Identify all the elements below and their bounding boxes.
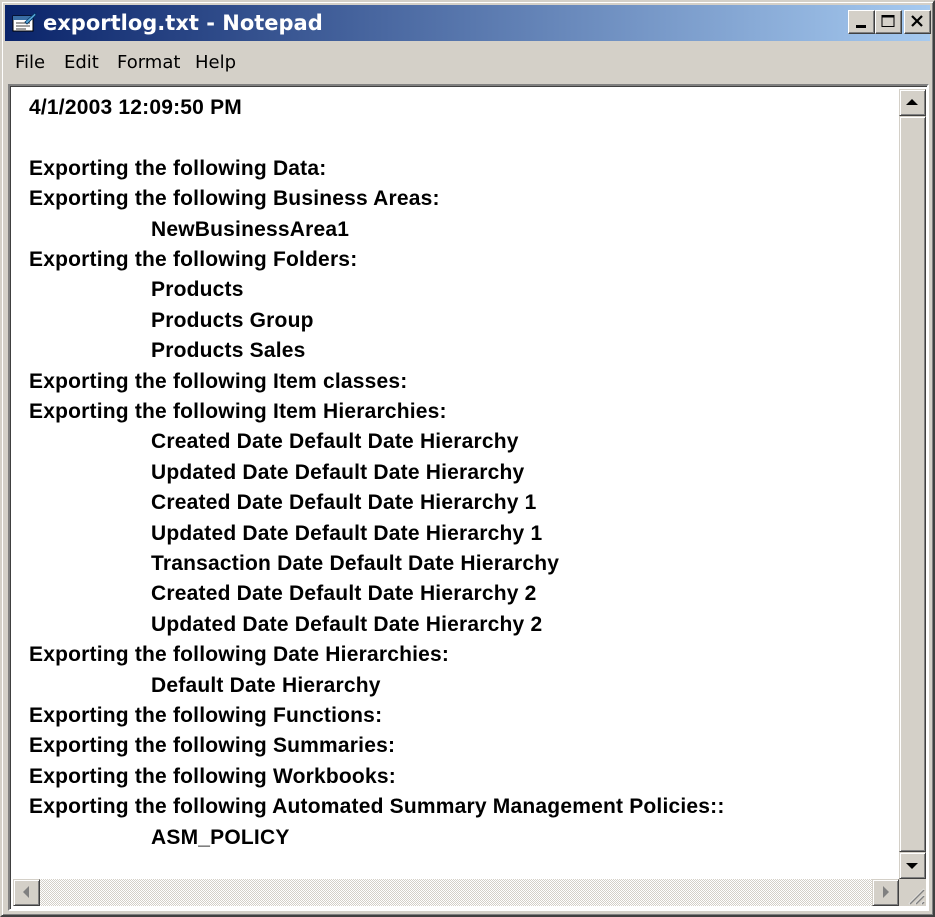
menu-file[interactable]: File [15, 52, 45, 74]
text-line: NewBusinessArea1 [151, 217, 350, 241]
text-line: Transaction Date Default Date Hierarchy [151, 552, 560, 575]
text-line: Exporting the following Functions: [29, 704, 383, 727]
close-button[interactable] [904, 10, 931, 34]
minimize-icon [856, 25, 866, 28]
text-line: Exporting the following Automated Summar… [29, 795, 725, 819]
text-line: Products Sales [151, 339, 306, 363]
text-line: Updated Date Default Date Hierarchy 2 [151, 612, 543, 636]
text-editor[interactable]: 4/1/2003 12:09:50 PM Exporting the follow… [13, 89, 899, 879]
text-line: Default Date Hierarchy [151, 673, 381, 697]
maximize-button[interactable] [875, 10, 902, 34]
vertical-scrollbar[interactable] [899, 89, 926, 879]
editor-frame: 4/1/2003 12:09:50 PM Exporting the follow… [8, 84, 929, 911]
arrow-down-icon [906, 863, 918, 869]
window-title: exportlog.txt - Notepad [43, 11, 323, 35]
resize-grip[interactable] [899, 879, 926, 906]
scroll-right-button[interactable] [872, 879, 899, 906]
notepad-icon[interactable] [11, 12, 37, 34]
vertical-scroll-thumb[interactable] [899, 116, 926, 852]
resize-grip-icon [908, 888, 925, 905]
title-bar[interactable]: exportlog.txt - Notepad [5, 5, 931, 41]
text-line: Exporting the following Business Areas: [29, 187, 440, 211]
text-line: Exporting the following Workbooks: [29, 764, 396, 788]
text-line: Created Date Default Date Hierarchy 1 [151, 491, 537, 515]
notepad-window: exportlog.txt - Notepad File Edit Format… [0, 0, 935, 917]
text-line: Products [151, 278, 244, 302]
menu-format[interactable]: Format [117, 52, 180, 74]
text-line: Products Group [151, 308, 314, 332]
scroll-left-button[interactable] [13, 879, 40, 906]
menu-help[interactable]: Help [195, 52, 236, 74]
text-line: ASM_POLICY [151, 825, 290, 849]
text-line: Updated Date Default Date Hierarchy 1 [151, 521, 543, 545]
arrow-left-icon [23, 886, 29, 898]
text-line: Exporting the following Item Hierarchies… [29, 400, 447, 423]
scroll-down-button[interactable] [899, 852, 926, 879]
arrow-right-icon [883, 886, 889, 898]
scroll-up-button[interactable] [899, 89, 926, 116]
text-line: Exporting the following Folders: [29, 248, 358, 271]
horizontal-scroll-track[interactable] [40, 879, 872, 906]
maximize-icon [881, 15, 895, 27]
text-line: Exporting the following Data: [29, 156, 327, 180]
menu-bar: File Edit Format Help [5, 44, 930, 80]
arrow-up-icon [906, 99, 918, 105]
text-line: Exporting the following Summaries: [29, 734, 396, 758]
text-line: Exporting the following Item classes: [29, 369, 408, 393]
menu-edit[interactable]: Edit [64, 52, 99, 74]
horizontal-scrollbar[interactable] [13, 879, 899, 906]
text-line: Updated Date Default Date Hierarchy [151, 460, 525, 484]
close-icon [911, 15, 923, 27]
minimize-button[interactable] [848, 10, 875, 34]
text-line: Created Date Default Date Hierarchy [151, 430, 519, 454]
text-line: Created Date Default Date Hierarchy 2 [151, 582, 537, 606]
text-line: 4/1/2003 12:09:50 PM [29, 96, 242, 119]
text-line: Exporting the following Date Hierarchies… [29, 643, 450, 667]
